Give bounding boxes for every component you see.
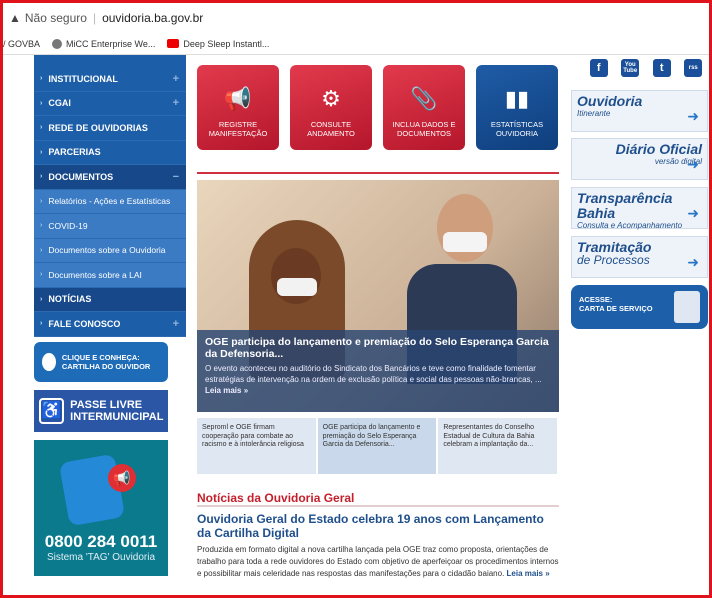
screenshot-frame bbox=[0, 0, 712, 598]
